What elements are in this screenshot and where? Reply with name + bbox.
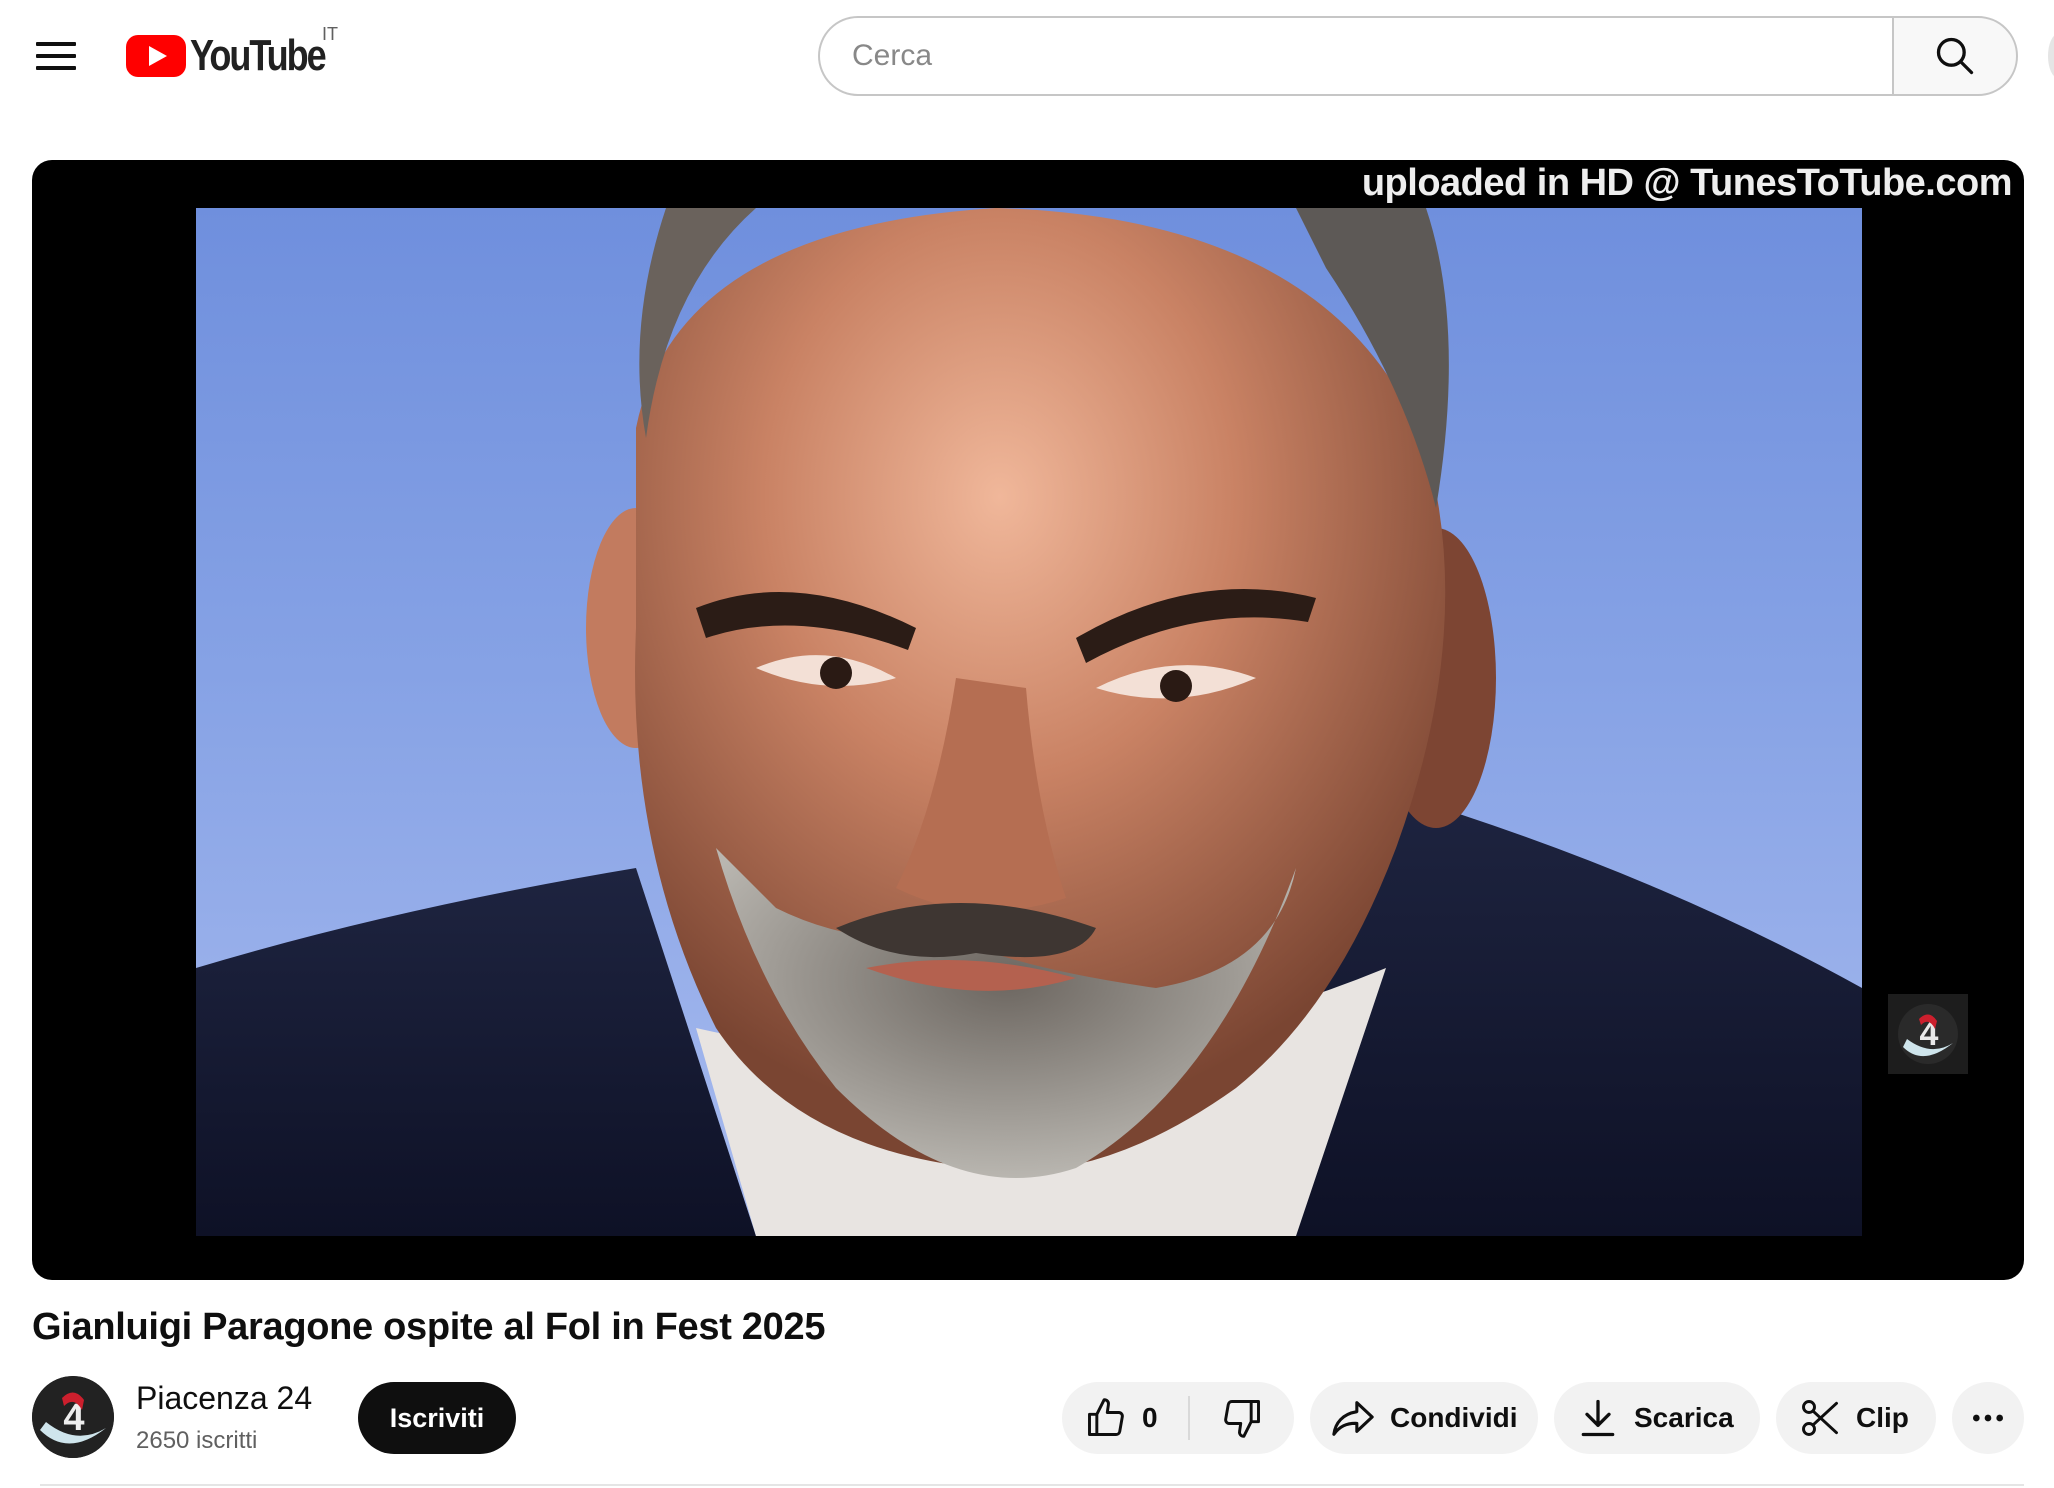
video-player[interactable]: uploaded in HD @ TunesToTube.com [32,160,2024,1280]
clip-label: Clip [1856,1402,1909,1433]
country-code: IT [322,24,338,44]
download-button[interactable]: Scarica [1554,1382,1760,1454]
piacenza24-logo-icon: 4 [1888,994,1968,1074]
search-input[interactable] [818,16,1892,96]
search-box [818,16,2018,96]
clip-button[interactable]: Clip [1776,1382,1936,1454]
download-label: Scarica [1634,1402,1734,1433]
share-arrow-icon [1332,1401,1374,1436]
logo-text: YouTube [190,31,327,80]
section-divider [40,1484,2024,1486]
subscriber-count: 2650 iscritti [136,1427,258,1454]
channel-avatar[interactable]: 4 [32,1376,114,1458]
share-button[interactable]: Condividi [1310,1382,1538,1454]
download-icon [1581,1399,1615,1437]
channel-name[interactable]: Piacenza 24 [136,1380,312,1417]
thumbs-up-icon [1088,1398,1124,1436]
scissors-icon [1802,1400,1838,1436]
like-count: 0 [1142,1402,1158,1433]
youtube-logo[interactable]: YouTube [126,31,354,80]
video-still [196,208,1862,1236]
share-label: Condividi [1390,1402,1518,1433]
search-button[interactable] [1892,16,2018,96]
search-icon [1936,37,1974,75]
piacenza24-avatar-icon: 4 [32,1376,114,1458]
video-watermark-text: uploaded in HD @ TunesToTube.com [1361,162,2013,204]
like-dislike-group: 0 [1062,1382,1294,1454]
thumbs-down-icon [1224,1400,1260,1438]
account-avatar[interactable] [2048,34,2054,78]
menu-icon[interactable] [30,34,82,78]
dislike-button[interactable] [1190,1382,1294,1454]
video-title: Gianluigi Paragone ospite al Fol in Fest… [32,1306,826,1348]
like-button[interactable]: 0 [1062,1382,1188,1454]
more-actions-button[interactable] [1952,1382,2024,1454]
more-icon [1973,1414,2003,1422]
masthead: YouTube IT [0,0,2054,112]
youtube-logo-icon [126,35,186,77]
subscribe-button[interactable]: Iscriviti [358,1382,516,1454]
video-frame [196,208,1862,1236]
